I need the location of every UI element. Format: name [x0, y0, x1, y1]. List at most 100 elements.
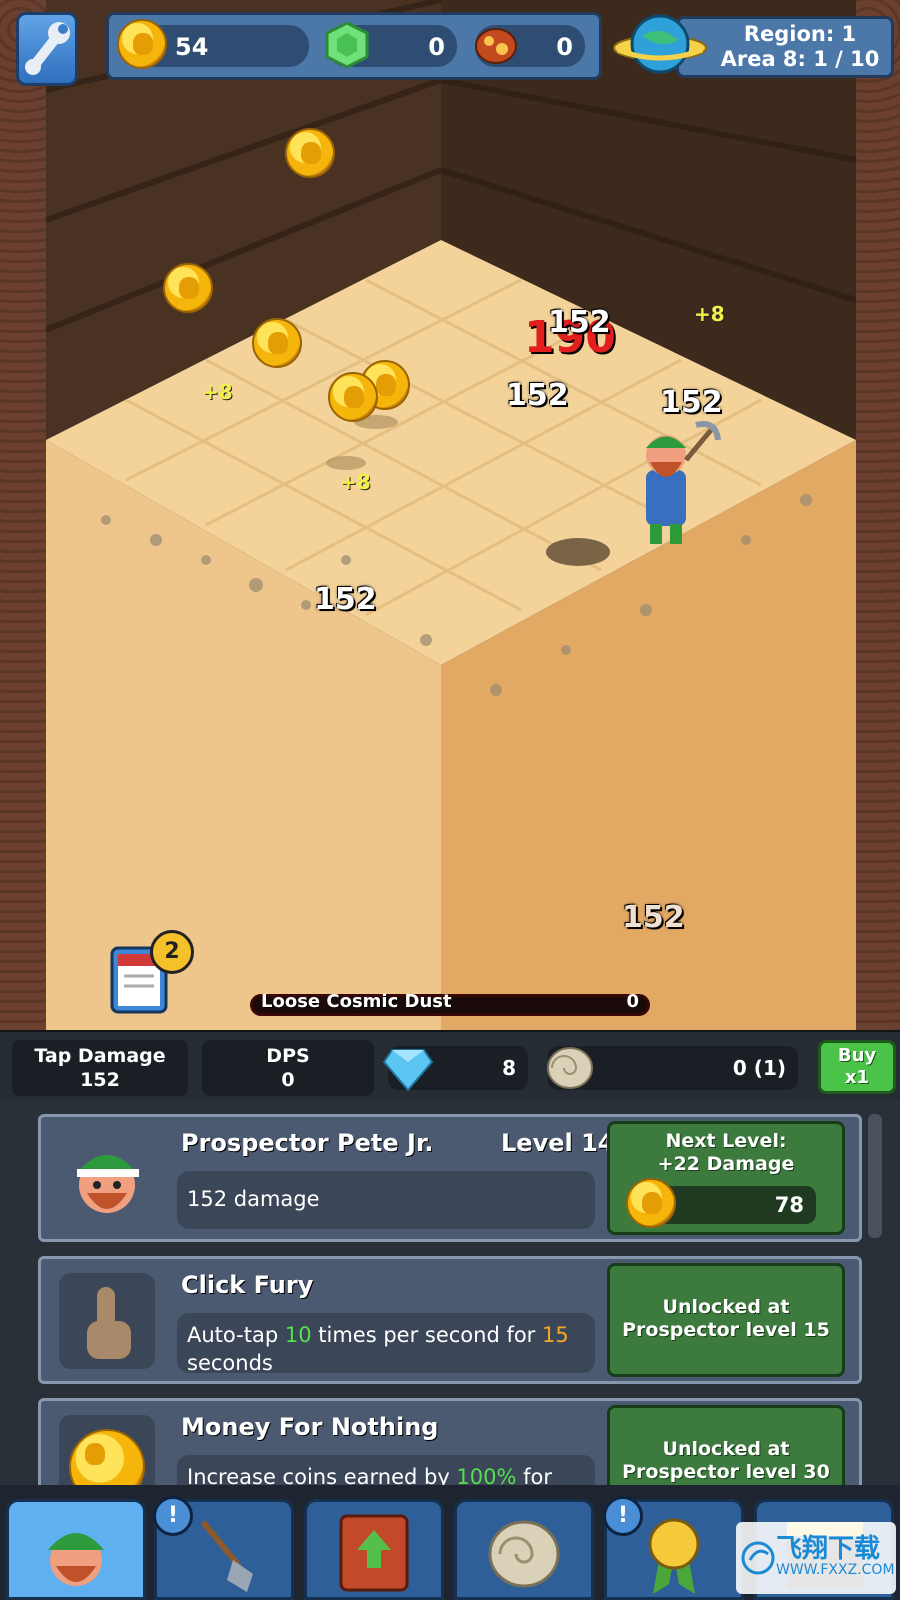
dps-label: DPS [266, 1045, 310, 1067]
gem-counter[interactable]: 0 [325, 21, 457, 69]
game-screen: 190 152 152 152 152 152 +8 +8 +8 54 0 0 … [0, 0, 900, 1600]
pointing-hand-icon [59, 1273, 155, 1369]
desc-text: seconds [187, 1351, 273, 1375]
card-title: Money For Nothing [181, 1413, 439, 1441]
coin-icon [117, 19, 167, 69]
ammonite-fossil-icon [488, 1520, 560, 1588]
upgrade-book-icon [339, 1514, 409, 1592]
fossil-counter[interactable]: 0 (1) [547, 1046, 798, 1090]
level-up-cost: 78 [774, 1193, 804, 1217]
currency-bar: 54 0 0 [106, 12, 602, 80]
damage-number: 152 [548, 305, 611, 340]
tab-alert-badge: ! [153, 1496, 193, 1536]
damage-number: 152 [314, 582, 377, 617]
fossil-count: 0 (1) [732, 1056, 786, 1080]
card-level: Level 14 [501, 1129, 615, 1157]
next-level-label: Next Level: [665, 1130, 787, 1152]
desc-text: Increase coins earned by [187, 1465, 457, 1485]
unlock-label: Unlocked at [662, 1438, 790, 1460]
next-level-bonus: +22 Damage [657, 1153, 795, 1175]
tab-achievements[interactable]: ! [603, 1496, 744, 1600]
dig-scene[interactable]: 190 152 152 152 152 152 +8 +8 +8 54 0 0 … [0, 0, 900, 1030]
tab-alert-badge: ! [603, 1496, 643, 1536]
coin-count: 54 [175, 33, 209, 61]
event-count-badge: 2 [150, 930, 194, 974]
coin-icon [69, 1429, 145, 1485]
prospector-portrait-icon [77, 1155, 139, 1213]
skill-card-money-for-nothing: Money For Nothing Increase coins earned … [38, 1398, 862, 1485]
tap-damage-label: Tap Damage [34, 1045, 166, 1067]
desc-highlight: 100% [456, 1465, 517, 1485]
coin-bonus-text: +8 [202, 380, 233, 404]
floating-coin[interactable] [163, 263, 213, 313]
gem-count: 0 [428, 33, 445, 61]
site-watermark: 飞翔下载 WWW.FXXZ.COM [736, 1522, 896, 1594]
upgrade-list[interactable]: Prospector Pete Jr. Level 14 152 damage … [0, 1100, 900, 1485]
card-title: Click Fury [181, 1271, 314, 1299]
floating-coin[interactable] [285, 128, 335, 178]
coin-skill-icon [59, 1415, 155, 1485]
locked-skill-button[interactable]: Unlocked at Prospector level 30 [607, 1405, 845, 1485]
settings-wrench-button[interactable] [16, 12, 78, 86]
relic-counter[interactable]: 0 [475, 25, 585, 67]
tap-damage-value: 152 [80, 1069, 120, 1091]
tab-fossils[interactable] [454, 1499, 594, 1600]
unlock-requirement: Prospector level 15 [622, 1319, 830, 1341]
block-name: Loose Cosmic Dust [261, 991, 452, 1012]
damage-number: 152 [660, 385, 723, 420]
list-scrollbar[interactable] [868, 1114, 882, 1238]
damage-number: 152 [622, 900, 685, 935]
desc-highlight: 15 [542, 1323, 569, 1347]
buy-multiplier: x1 [844, 1067, 870, 1088]
area-label: Area 8: 1 / 10 [720, 47, 880, 71]
planet-icon[interactable] [612, 10, 708, 80]
floating-coin[interactable] [252, 318, 302, 368]
region-label: Region: 1 [743, 22, 857, 46]
card-description: Auto-tap 10 times per second for 15 secon… [177, 1313, 595, 1375]
lava-rock-icon [475, 28, 517, 64]
dps-value: 0 [281, 1069, 295, 1091]
prospector-card: Prospector Pete Jr. Level 14 152 damage … [38, 1114, 862, 1242]
card-description: Increase coins earned by 100% for 60 [177, 1455, 595, 1485]
card-title: Prospector Pete Jr. [181, 1129, 434, 1157]
ammonite-fossil-icon [547, 1047, 593, 1089]
coin-icon [626, 1178, 676, 1228]
level-up-button[interactable]: Next Level: +22 Damage 78 [607, 1121, 845, 1235]
buy-label: Buy [837, 1045, 877, 1066]
coin-counter[interactable]: 54 [117, 19, 309, 69]
diamond-counter[interactable]: 8 [382, 1046, 528, 1092]
diamond-icon [382, 1049, 434, 1092]
rock-wall-left [0, 0, 52, 1030]
tap-damage-stat: Tap Damage 152 [12, 1040, 188, 1096]
watermark-text: 飞翔下载 [776, 1534, 881, 1564]
stats-bar: Tap Damage 152 DPS 0 8 0 (1) Buy x1 [0, 1030, 900, 1100]
tab-dig[interactable]: ! [153, 1496, 294, 1600]
card-description: 152 damage [177, 1171, 595, 1229]
locked-skill-button[interactable]: Unlocked at Prospector level 15 [607, 1263, 845, 1377]
desc-text: times per second for [311, 1323, 542, 1347]
tab-prospector[interactable] [6, 1499, 146, 1600]
diamond-count: 8 [502, 1056, 516, 1080]
green-gem-icon [325, 21, 369, 69]
watermark-url: WWW.FXXZ.COM [776, 1562, 895, 1578]
skill-card-click-fury: Click Fury Auto-tap 10 times per second … [38, 1256, 862, 1384]
block-progress-value: 0 [626, 991, 639, 1012]
dps-stat: DPS 0 [202, 1040, 374, 1096]
desc-highlight: 10 [284, 1323, 312, 1347]
damage-number: 152 [506, 378, 569, 413]
region-info[interactable]: Region: 1 Area 8: 1 / 10 [676, 16, 894, 78]
buy-multiplier-button[interactable]: Buy x1 [818, 1040, 896, 1094]
watermark-logo-icon [741, 1541, 775, 1575]
desc-text: Auto-tap [187, 1323, 285, 1347]
unlock-requirement: Prospector level 30 [622, 1461, 830, 1483]
desc-text: for [516, 1465, 553, 1485]
dig-site-block[interactable] [46, 0, 856, 1030]
relic-count: 0 [556, 33, 573, 61]
block-progress-bar: Loose Cosmic Dust 0 [250, 991, 650, 1016]
tab-book[interactable] [304, 1499, 444, 1600]
prospector-tab-icon [48, 1533, 104, 1586]
floating-coin[interactable] [328, 372, 378, 422]
coin-bonus-text: +8 [340, 470, 371, 494]
unlock-label: Unlocked at [662, 1296, 790, 1318]
damage-text: 152 damage [187, 1187, 320, 1211]
